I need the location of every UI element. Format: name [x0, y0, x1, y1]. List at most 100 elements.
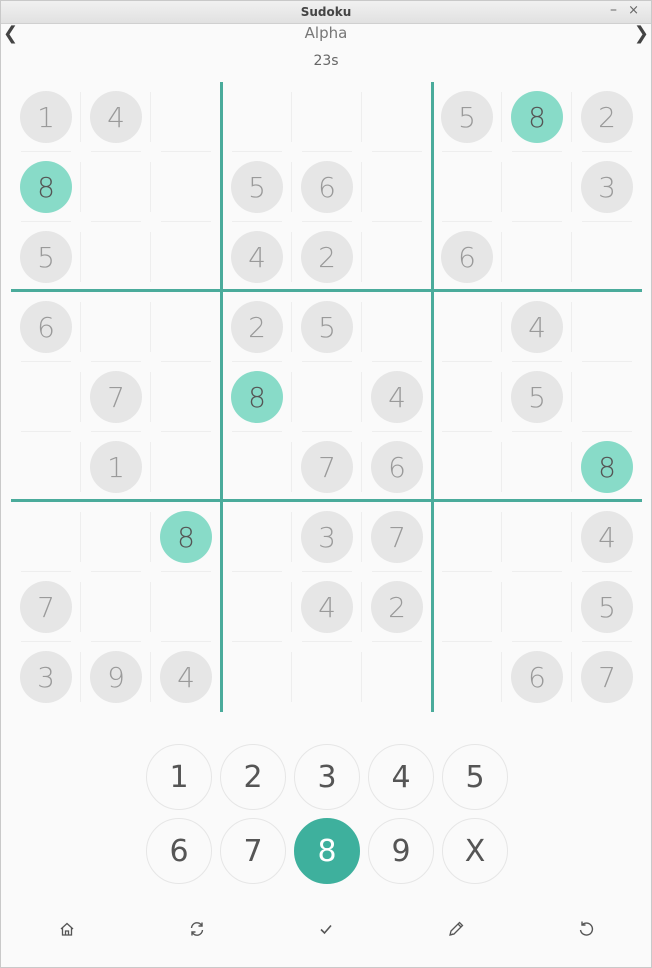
sudoku-cell[interactable] [432, 292, 502, 362]
sudoku-cell[interactable] [572, 362, 642, 432]
sudoku-cell[interactable]: 7 [292, 432, 362, 502]
sudoku-cell[interactable] [292, 642, 362, 712]
sudoku-cell[interactable] [502, 222, 572, 292]
refresh-icon[interactable] [185, 917, 209, 941]
sudoku-cell[interactable]: 2 [572, 82, 642, 152]
check-icon[interactable] [314, 917, 338, 941]
sudoku-cell[interactable] [362, 152, 432, 222]
sudoku-cell[interactable] [81, 572, 151, 642]
sudoku-cell[interactable] [292, 82, 362, 152]
sudoku-cell[interactable] [11, 432, 81, 502]
sudoku-cell[interactable]: 3 [292, 502, 362, 572]
sudoku-cell[interactable] [81, 222, 151, 292]
sudoku-cell[interactable]: 6 [11, 292, 81, 362]
number-key-3[interactable]: 3 [294, 744, 360, 810]
minimize-button[interactable]: – [610, 2, 617, 18]
number-key-9[interactable]: 9 [368, 818, 434, 884]
sudoku-cell[interactable] [151, 362, 221, 432]
sudoku-cell[interactable]: 8 [11, 152, 81, 222]
sudoku-cell[interactable]: 4 [362, 362, 432, 432]
sudoku-cell[interactable] [362, 82, 432, 152]
sudoku-cell[interactable]: 1 [11, 82, 81, 152]
sudoku-cell[interactable] [222, 82, 292, 152]
sudoku-cell[interactable]: 2 [362, 572, 432, 642]
sudoku-cell[interactable]: 2 [292, 222, 362, 292]
sudoku-cell[interactable]: 5 [292, 292, 362, 362]
sudoku-cell[interactable] [151, 222, 221, 292]
sudoku-cell[interactable]: 8 [502, 82, 572, 152]
sudoku-cell[interactable] [432, 642, 502, 712]
sudoku-cell[interactable] [222, 502, 292, 572]
sudoku-cell[interactable] [432, 432, 502, 502]
sudoku-cell[interactable] [292, 362, 362, 432]
sudoku-cell[interactable] [432, 572, 502, 642]
sudoku-cell[interactable] [432, 362, 502, 432]
sudoku-cell[interactable]: 3 [11, 642, 81, 712]
sudoku-cell[interactable] [502, 432, 572, 502]
sudoku-cell[interactable]: 8 [222, 362, 292, 432]
sudoku-cell[interactable] [432, 152, 502, 222]
sudoku-cell[interactable] [151, 82, 221, 152]
clear-key[interactable]: X [442, 818, 508, 884]
sudoku-cell[interactable] [151, 432, 221, 502]
sudoku-cell[interactable]: 8 [151, 502, 221, 572]
sudoku-cell[interactable] [151, 292, 221, 362]
sudoku-cell[interactable] [81, 502, 151, 572]
sudoku-cell[interactable]: 5 [432, 82, 502, 152]
sudoku-cell[interactable] [11, 362, 81, 432]
number-key-7[interactable]: 7 [220, 818, 286, 884]
sudoku-cell[interactable]: 7 [572, 642, 642, 712]
sudoku-cell[interactable]: 4 [292, 572, 362, 642]
sudoku-cell[interactable]: 5 [11, 222, 81, 292]
sudoku-cell[interactable]: 4 [81, 82, 151, 152]
number-key-8[interactable]: 8 [294, 818, 360, 884]
number-key-4[interactable]: 4 [368, 744, 434, 810]
sudoku-cell[interactable] [502, 572, 572, 642]
undo-icon[interactable] [574, 917, 598, 941]
sudoku-cell[interactable]: 6 [432, 222, 502, 292]
sudoku-cell[interactable]: 2 [222, 292, 292, 362]
sudoku-cell[interactable] [81, 152, 151, 222]
sudoku-cell[interactable]: 4 [222, 222, 292, 292]
sudoku-cell[interactable]: 6 [362, 432, 432, 502]
sudoku-cell[interactable] [502, 502, 572, 572]
sudoku-cell[interactable] [362, 222, 432, 292]
sudoku-cell[interactable] [572, 292, 642, 362]
sudoku-cell[interactable]: 7 [362, 502, 432, 572]
sudoku-cell[interactable] [362, 292, 432, 362]
sudoku-cell[interactable]: 1 [81, 432, 151, 502]
sudoku-cell[interactable]: 8 [572, 432, 642, 502]
home-icon[interactable] [55, 917, 79, 941]
sudoku-cell[interactable]: 6 [292, 152, 362, 222]
sudoku-cell[interactable] [222, 572, 292, 642]
sudoku-cell[interactable]: 4 [151, 642, 221, 712]
sudoku-cell[interactable]: 5 [502, 362, 572, 432]
sudoku-cell[interactable]: 7 [81, 362, 151, 432]
sudoku-cell[interactable] [362, 642, 432, 712]
number-key-1[interactable]: 1 [146, 744, 212, 810]
pencil-icon[interactable] [444, 917, 468, 941]
sudoku-cell[interactable] [222, 432, 292, 502]
sudoku-cell[interactable] [502, 152, 572, 222]
sudoku-cell[interactable] [572, 222, 642, 292]
close-button[interactable]: × [628, 3, 639, 18]
sudoku-cell[interactable]: 7 [11, 572, 81, 642]
sudoku-cell[interactable] [11, 502, 81, 572]
number-key-2[interactable]: 2 [220, 744, 286, 810]
sudoku-cell[interactable]: 9 [81, 642, 151, 712]
next-puzzle-button[interactable]: ❯ [634, 23, 649, 44]
sudoku-cell[interactable]: 3 [572, 152, 642, 222]
sudoku-cell[interactable]: 5 [222, 152, 292, 222]
sudoku-cell[interactable] [151, 572, 221, 642]
sudoku-cell[interactable]: 6 [502, 642, 572, 712]
sudoku-cell[interactable] [222, 642, 292, 712]
sudoku-cell[interactable]: 4 [502, 292, 572, 362]
sudoku-cell[interactable]: 5 [572, 572, 642, 642]
sudoku-cell[interactable]: 4 [572, 502, 642, 572]
cell-digit: 3 [301, 511, 353, 563]
number-key-5[interactable]: 5 [442, 744, 508, 810]
sudoku-cell[interactable] [432, 502, 502, 572]
sudoku-cell[interactable] [81, 292, 151, 362]
sudoku-cell[interactable] [151, 152, 221, 222]
number-key-6[interactable]: 6 [146, 818, 212, 884]
